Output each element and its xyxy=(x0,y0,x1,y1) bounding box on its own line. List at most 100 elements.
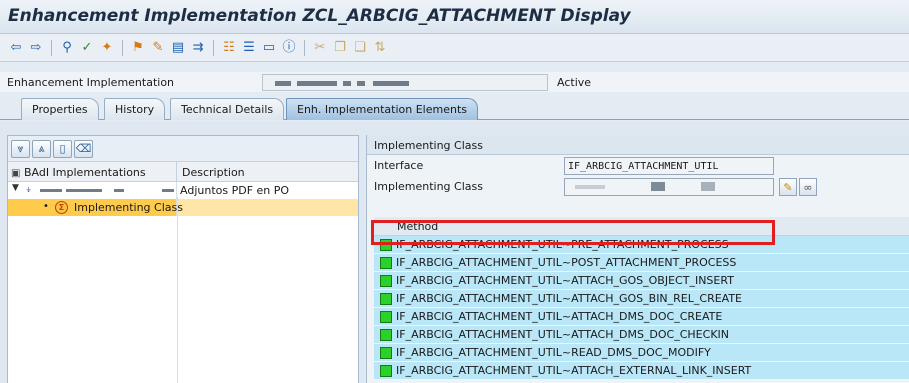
tab-content: ⩔ ⩓ ▯ ⌫ ▣ BAdI Implementations Descripti… xyxy=(0,121,909,383)
forward-arrow-icon[interactable]: ⇨ xyxy=(27,39,45,57)
method-name: IF_ARBCIG_ATTACHMENT_UTIL~ATTACH_GOS_OBJ… xyxy=(396,274,734,287)
title-bar: Enhancement Implementation ZCL_ARBCIG_AT… xyxy=(0,0,909,34)
green-status-icon xyxy=(380,365,392,377)
tree-node-bullet: • xyxy=(43,201,49,212)
tab-enh-implementation-elements[interactable]: Enh. Implementation Elements xyxy=(286,98,479,120)
method-name: IF_ARBCIG_ATTACHMENT_UTIL~ATTACH_EXTERNA… xyxy=(396,364,752,377)
expand-triangle-icon[interactable]: ▼ xyxy=(12,183,19,193)
method-name: IF_ARBCIG_ATTACHMENT_UTIL~ATTACH_DMS_DOC… xyxy=(396,328,730,341)
tab-history[interactable]: History xyxy=(104,98,166,120)
back-arrow-icon[interactable]: ⇦ xyxy=(7,39,25,57)
tree-row-implementing-class[interactable]: • Σ Implementing Class xyxy=(8,199,358,216)
where-used-icon[interactable]: ⚑ xyxy=(129,39,147,57)
redacted-text xyxy=(343,81,351,86)
display-glasses-icon[interactable]: ∞ xyxy=(799,178,817,196)
tree-row-badi[interactable]: ▼ ⍖ Adjuntos PDF en PO xyxy=(8,182,358,199)
display-change-icon[interactable]: ▤ xyxy=(169,39,187,57)
table-row[interactable]: IF_ARBCIG_ATTACHMENT_UTIL~ATTACH_GOS_BIN… xyxy=(374,290,909,308)
copy-icon[interactable]: ❐ xyxy=(331,39,349,57)
column-label-badi: BAdI Implementations xyxy=(23,166,146,179)
tab-strip: Properties History Technical Details Enh… xyxy=(0,94,909,120)
redacted-text xyxy=(275,81,291,86)
implementing-class-label: Implementing Class xyxy=(74,201,183,214)
green-status-icon xyxy=(380,329,392,341)
application-toolbar: ⇦ ⇨ ⚲ ✓ ✦ ⚑ ✎ ▤ ⇉ ☷ ☰ ▭ ⓘ ✂ ❐ ❏ ⇅ xyxy=(0,34,909,62)
column-header-badi[interactable]: ▣ BAdI Implementations xyxy=(8,162,177,181)
redacted-text xyxy=(357,81,365,86)
interface-field[interactable]: IF_ARBCIG_ATTACHMENT_UTIL xyxy=(564,157,774,175)
info-icon[interactable]: ⓘ xyxy=(280,39,298,57)
table-row[interactable]: IF_ARBCIG_ATTACHMENT_UTIL~ATTACH_GOS_OBJ… xyxy=(374,272,909,290)
enhancement-header: Enhancement Implementation Active xyxy=(0,72,909,92)
redacted-text xyxy=(701,182,715,191)
redacted-text xyxy=(373,81,409,86)
cut-icon[interactable]: ✂ xyxy=(311,39,329,57)
table-row[interactable]: IF_ARBCIG_ATTACHMENT_UTIL~ATTACH_EXTERNA… xyxy=(374,362,909,380)
page-title: Enhancement Implementation ZCL_ARBCIG_AT… xyxy=(8,6,631,26)
other-object-icon[interactable]: ⚲ xyxy=(58,39,76,57)
status-text: Active xyxy=(557,76,592,89)
edit-pencil-icon[interactable]: ✎ xyxy=(149,39,167,57)
redacted-text xyxy=(297,81,337,86)
table-row[interactable]: IF_ARBCIG_ATTACHMENT_UTIL~ATTACH_DMS_DOC… xyxy=(374,308,909,326)
green-status-icon xyxy=(380,257,392,269)
toolbar-separator xyxy=(213,39,214,56)
implementing-class-row: Implementing Class ✎ ∞ xyxy=(367,176,909,197)
edit-pencil-icon[interactable]: ✎ xyxy=(779,178,797,196)
method-name: IF_ARBCIG_ATTACHMENT_UTIL~ATTACH_GOS_BIN… xyxy=(396,292,743,305)
redacted-text xyxy=(66,189,102,192)
tab-properties[interactable]: Properties xyxy=(21,98,99,120)
paste-icon[interactable]: ❏ xyxy=(351,39,369,57)
sort-icon[interactable]: ⇅ xyxy=(371,39,389,57)
method-name: IF_ARBCIG_ATTACHMENT_UTIL~ATTACH_DMS_DOC… xyxy=(396,310,723,323)
implementing-class-description xyxy=(177,199,358,216)
check-icon[interactable]: ✓ xyxy=(78,39,96,57)
table-row[interactable]: IF_ARBCIG_ATTACHMENT_UTIL~ATTACH_DMS_DOC… xyxy=(374,326,909,344)
method-column-header[interactable]: Method xyxy=(374,217,909,236)
column-header-description[interactable]: Description xyxy=(177,162,358,181)
tab-technical-details[interactable]: Technical Details xyxy=(170,98,285,120)
implementing-class-icon: Σ xyxy=(55,201,68,214)
badi-icon: ▣ xyxy=(11,168,21,179)
badi-description: Adjuntos PDF en PO xyxy=(180,184,290,197)
method-name: IF_ARBCIG_ATTACHMENT_UTIL~PRE_ATTACHMENT… xyxy=(396,238,729,251)
trash-icon[interactable]: ⌫ xyxy=(74,139,93,158)
green-status-icon xyxy=(380,347,392,359)
enhancement-implementation-field xyxy=(262,74,548,91)
implementing-class-field[interactable] xyxy=(564,178,774,196)
new-document-icon[interactable]: ▯ xyxy=(53,139,72,158)
transport-icon[interactable]: ⇉ xyxy=(189,39,207,57)
green-status-icon xyxy=(380,275,392,287)
table-row[interactable]: IF_ARBCIG_ATTACHMENT_UTIL~READ_DMS_DOC_M… xyxy=(374,344,909,362)
collapse-all-icon[interactable]: ⩓ xyxy=(32,139,51,158)
table-row[interactable]: IF_ARBCIG_ATTACHMENT_UTIL~PRE_ATTACHMENT… xyxy=(374,236,909,254)
table-row[interactable]: IF_ARBCIG_ATTACHMENT_UTIL~POST_ATTACHMEN… xyxy=(374,254,909,272)
tree-column-header: ▣ BAdI Implementations Description xyxy=(8,162,358,182)
badi-implementation-icon: ⍖ xyxy=(25,182,33,196)
toolbar-separator xyxy=(122,39,123,56)
green-status-icon xyxy=(380,239,392,251)
enhancement-implementation-label: Enhancement Implementation xyxy=(7,76,175,89)
implementing-class-panel: Implementing Class Interface IF_ARBCIG_A… xyxy=(366,135,909,383)
panel-title: Implementing Class xyxy=(367,135,909,155)
redacted-text xyxy=(114,189,124,192)
implementing-class-field-label: Implementing Class xyxy=(374,180,483,193)
window-icon[interactable]: ▭ xyxy=(260,39,278,57)
redacted-text xyxy=(162,189,174,192)
list-icon[interactable]: ☰ xyxy=(240,39,258,57)
tree-toolbar: ⩔ ⩓ ▯ ⌫ xyxy=(8,136,358,162)
redacted-text xyxy=(40,189,62,192)
toolbar-separator xyxy=(304,39,305,56)
column-divider xyxy=(177,197,178,383)
green-status-icon xyxy=(380,293,392,305)
hierarchy-icon[interactable]: ☷ xyxy=(220,39,238,57)
green-status-icon xyxy=(380,311,392,323)
interface-label: Interface xyxy=(374,159,424,172)
interface-row: Interface IF_ARBCIG_ATTACHMENT_UTIL xyxy=(367,155,909,176)
redacted-text xyxy=(575,185,605,189)
redacted-text xyxy=(651,182,665,191)
method-table: Method IF_ARBCIG_ATTACHMENT_UTIL~PRE_ATT… xyxy=(374,217,909,380)
activate-icon[interactable]: ✦ xyxy=(98,39,116,57)
expand-all-icon[interactable]: ⩔ xyxy=(11,139,30,158)
method-name: IF_ARBCIG_ATTACHMENT_UTIL~POST_ATTACHMEN… xyxy=(396,256,737,269)
